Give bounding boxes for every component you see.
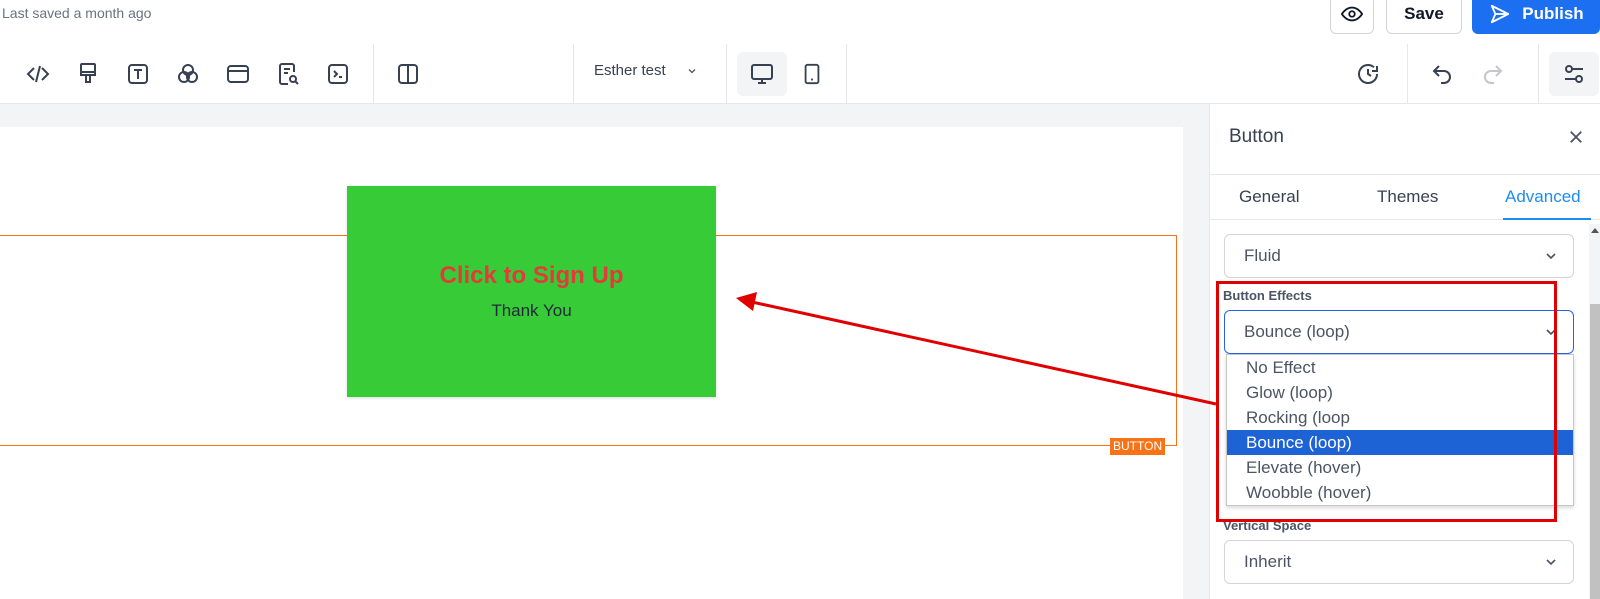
top-bar: Last saved a month ago Save Publish xyxy=(0,0,1600,40)
tab-advanced[interactable]: Advanced xyxy=(1505,187,1581,207)
editor-toolbar: Esther test xyxy=(0,44,1600,104)
settings-toggle-button[interactable] xyxy=(1549,52,1599,96)
send-icon xyxy=(1491,4,1510,24)
eye-icon xyxy=(1341,6,1363,22)
active-tab-indicator xyxy=(1503,218,1591,220)
save-button[interactable]: Save xyxy=(1386,0,1462,34)
panel-title: Button xyxy=(1229,126,1284,147)
history-icon[interactable] xyxy=(1354,60,1382,88)
text-icon[interactable] xyxy=(124,60,152,88)
toolbar-divider xyxy=(1538,44,1539,104)
publish-button[interactable]: Publish xyxy=(1472,0,1600,34)
toolbar-divider xyxy=(726,44,727,104)
close-panel-button[interactable] xyxy=(1565,126,1587,148)
toolbar-divider xyxy=(846,44,847,104)
redo-icon[interactable] xyxy=(1479,60,1507,88)
preview-button[interactable] xyxy=(1330,0,1374,34)
tablet-view-button[interactable] xyxy=(798,60,826,88)
tab-general[interactable]: General xyxy=(1239,187,1299,207)
desktop-view-button[interactable] xyxy=(737,52,787,96)
sign-up-button-element[interactable]: Click to Sign Up Thank You xyxy=(347,186,716,397)
columns-icon[interactable] xyxy=(394,60,422,88)
chevron-down-icon xyxy=(688,68,696,73)
width-select[interactable]: Fluid xyxy=(1224,234,1574,278)
editor-app: Last saved a month ago Save Publish Esth… xyxy=(0,0,1600,599)
desktop-icon xyxy=(751,64,773,84)
terminal-icon[interactable] xyxy=(324,60,352,88)
chevron-down-icon xyxy=(1546,559,1556,566)
cta-title: Click to Sign Up xyxy=(439,262,624,289)
color-circles-icon[interactable] xyxy=(174,60,202,88)
vertical-space-select[interactable]: Inherit xyxy=(1224,540,1574,584)
page-name: Esther test xyxy=(594,62,666,79)
layout-icon[interactable] xyxy=(224,60,252,88)
panel-scrollbar-thumb[interactable] xyxy=(1590,304,1600,599)
settings-sliders-icon xyxy=(1565,65,1583,83)
selection-type-badge: BUTTON xyxy=(1110,438,1166,455)
tab-themes[interactable]: Themes xyxy=(1377,187,1438,207)
page-selector[interactable]: Esther test xyxy=(594,62,698,79)
cta-subtitle: Thank You xyxy=(491,301,572,320)
vertical-space-value: Inherit xyxy=(1244,552,1292,571)
tablet-icon xyxy=(804,63,820,85)
search-document-icon[interactable] xyxy=(274,60,302,88)
scroll-up-arrow-icon[interactable] xyxy=(1591,228,1599,233)
panel-tabs: General Themes Advanced xyxy=(1210,174,1600,220)
close-icon xyxy=(1570,131,1582,143)
undo-icon[interactable] xyxy=(1428,60,1456,88)
code-icon[interactable] xyxy=(24,60,52,88)
last-saved-status: Last saved a month ago xyxy=(2,5,152,21)
paint-brush-icon[interactable] xyxy=(74,60,102,88)
publish-label: Publish xyxy=(1522,4,1584,23)
chevron-down-icon xyxy=(1546,253,1556,260)
annotation-highlight-box xyxy=(1216,281,1557,522)
toolbar-divider xyxy=(573,44,574,104)
toolbar-divider xyxy=(1407,44,1408,104)
width-select-value: Fluid xyxy=(1244,246,1281,265)
toolbar-divider xyxy=(373,44,374,104)
